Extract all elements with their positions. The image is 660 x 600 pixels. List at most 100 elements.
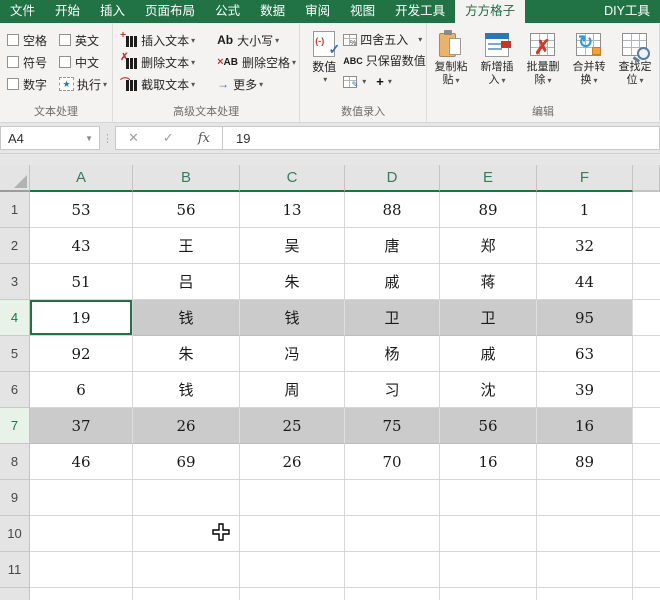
cell-B4[interactable]: 钱 xyxy=(133,300,240,336)
cell-partial[interactable] xyxy=(30,588,133,600)
tab-开发工具[interactable]: 开发工具 xyxy=(385,0,455,23)
cell-F11[interactable] xyxy=(537,552,633,588)
cell-F8[interactable]: 89 xyxy=(537,444,633,480)
row-header-1[interactable]: 1 xyxy=(0,192,30,228)
column-header-A[interactable]: A xyxy=(30,165,133,192)
cell-D3[interactable]: 戚 xyxy=(345,264,440,300)
cell-C11[interactable] xyxy=(240,552,345,588)
copy-paste-button[interactable]: 复制粘 贴 ▾ xyxy=(429,29,473,101)
cell-partial[interactable] xyxy=(345,588,440,600)
tab-审阅[interactable]: 审阅 xyxy=(295,0,340,23)
cell-partial[interactable] xyxy=(633,336,660,372)
row-header-8[interactable]: 8 xyxy=(0,444,30,480)
cell-partial[interactable] xyxy=(633,264,660,300)
checkbox-chinese[interactable]: 中文 xyxy=(59,51,107,73)
cell-D10[interactable] xyxy=(345,516,440,552)
cell-partial[interactable] xyxy=(633,192,660,228)
record-entry-button[interactable]: ✎ ▾ xyxy=(343,75,366,89)
column-header-C[interactable]: C xyxy=(240,165,345,192)
row-header-10[interactable]: 10 xyxy=(0,516,30,552)
cell-C6[interactable]: 周 xyxy=(240,372,345,408)
cell-D8[interactable]: 70 xyxy=(345,444,440,480)
column-header-F[interactable]: F xyxy=(537,165,633,192)
checkbox-icon[interactable] xyxy=(59,56,71,68)
cell-A1[interactable]: 53 xyxy=(30,192,133,228)
cell-E10[interactable] xyxy=(440,516,537,552)
cell-B11[interactable] xyxy=(133,552,240,588)
more-button[interactable]: → 更多 ▾ xyxy=(217,73,296,95)
name-box[interactable]: A4 ▼ xyxy=(0,126,100,150)
delete-text-button[interactable]: ✗ 删除文本 ▾ xyxy=(120,51,217,73)
cell-E7[interactable]: 56 xyxy=(440,408,537,444)
column-header-E[interactable]: E xyxy=(440,165,537,192)
cell-E2[interactable]: 郑 xyxy=(440,228,537,264)
cell-E4[interactable]: 卫 xyxy=(440,300,537,336)
cell-A2[interactable]: 43 xyxy=(30,228,133,264)
column-header-partial[interactable] xyxy=(633,165,660,192)
tab-DIY工具[interactable]: DIY工具 xyxy=(594,0,660,23)
tab-开始[interactable]: 开始 xyxy=(45,0,90,23)
tab-数据[interactable]: 数据 xyxy=(250,0,295,23)
cell-A9[interactable] xyxy=(30,480,133,516)
cell-A11[interactable] xyxy=(30,552,133,588)
cell-partial[interactable] xyxy=(133,588,240,600)
cell-D6[interactable]: 习 xyxy=(345,372,440,408)
cancel-icon[interactable]: ✕ xyxy=(128,130,139,146)
tab-公式[interactable]: 公式 xyxy=(205,0,250,23)
plus-button[interactable]: + ▾ xyxy=(366,74,392,89)
tab-方方格子[interactable]: 方方格子 xyxy=(455,0,526,23)
formula-input[interactable]: 19 xyxy=(223,126,660,150)
cell-D9[interactable] xyxy=(345,480,440,516)
cell-E11[interactable] xyxy=(440,552,537,588)
keep-numbers-button[interactable]: ABC 只保留数值 xyxy=(343,50,426,71)
cell-C10[interactable] xyxy=(240,516,345,552)
cell-A3[interactable]: 51 xyxy=(30,264,133,300)
cell-B1[interactable]: 56 xyxy=(133,192,240,228)
cell-C1[interactable]: 13 xyxy=(240,192,345,228)
cell-E5[interactable]: 戚 xyxy=(440,336,537,372)
checkbox-icon[interactable] xyxy=(7,34,19,46)
cell-partial[interactable] xyxy=(633,516,660,552)
checkbox-icon[interactable] xyxy=(59,34,71,46)
cell-partial[interactable] xyxy=(633,372,660,408)
cell-F10[interactable] xyxy=(537,516,633,552)
cell-B2[interactable]: 王 xyxy=(133,228,240,264)
batch-delete-button[interactable]: ✗ 批量删 除 ▾ xyxy=(521,29,565,101)
cell-F9[interactable] xyxy=(537,480,633,516)
cell-B9[interactable] xyxy=(133,480,240,516)
insert-function-icon[interactable]: fx xyxy=(198,131,210,146)
column-header-B[interactable]: B xyxy=(133,165,240,192)
cell-C4[interactable]: 钱 xyxy=(240,300,345,336)
cell-E3[interactable]: 蒋 xyxy=(440,264,537,300)
cell-A5[interactable]: 92 xyxy=(30,336,133,372)
cell-partial[interactable] xyxy=(633,444,660,480)
cell-B8[interactable]: 69 xyxy=(133,444,240,480)
extract-text-button[interactable]: ⌒ 截取文本 ▾ xyxy=(120,73,217,95)
cell-C7[interactable]: 25 xyxy=(240,408,345,444)
cell-partial[interactable] xyxy=(440,588,537,600)
cell-partial[interactable] xyxy=(633,228,660,264)
cell-partial[interactable] xyxy=(633,300,660,336)
checkbox-english[interactable]: 英文 xyxy=(59,29,107,51)
cell-F4[interactable]: 95 xyxy=(537,300,633,336)
cell-partial[interactable] xyxy=(240,588,345,600)
remove-space-button[interactable]: ×AB 删除空格 ▾ xyxy=(217,51,296,73)
cell-F3[interactable]: 44 xyxy=(537,264,633,300)
value-button[interactable]: (-) ✓ 数值 ▾ xyxy=(305,29,343,101)
checkbox-space[interactable]: 空格 xyxy=(7,29,59,51)
cell-B3[interactable]: 吕 xyxy=(133,264,240,300)
cell-E8[interactable]: 16 xyxy=(440,444,537,480)
cell-E9[interactable] xyxy=(440,480,537,516)
row-header-11[interactable]: 11 xyxy=(0,552,30,588)
find-locate-button[interactable]: 查找定 位 ▾ xyxy=(613,29,657,101)
insert-text-button[interactable]: + 插入文本 ▾ xyxy=(120,29,217,51)
checkbox-digit[interactable]: 数字 xyxy=(7,73,59,95)
cell-D4[interactable]: 卫 xyxy=(345,300,440,336)
cell-F6[interactable]: 39 xyxy=(537,372,633,408)
row-header-3[interactable]: 3 xyxy=(0,264,30,300)
cell-E1[interactable]: 89 xyxy=(440,192,537,228)
row-header-6[interactable]: 6 xyxy=(0,372,30,408)
checkbox-symbol[interactable]: 符号 xyxy=(7,51,59,73)
cell-F7[interactable]: 16 xyxy=(537,408,633,444)
row-header-9[interactable]: 9 xyxy=(0,480,30,516)
